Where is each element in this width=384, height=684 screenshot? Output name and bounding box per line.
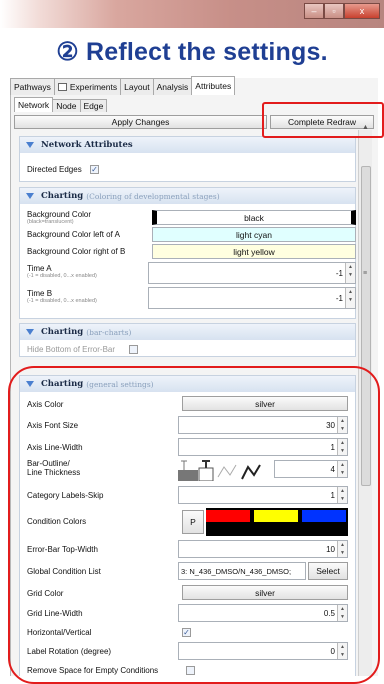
spinner-value: -1 — [335, 269, 343, 278]
hide-errorbar-label: Hide Bottom of Error-Bar — [27, 345, 116, 354]
collapse-triangle-icon — [26, 193, 34, 199]
apply-changes-button[interactable]: Apply Changes — [14, 115, 267, 129]
background-color-label-text: Background Color — [27, 210, 92, 219]
time-b-label: Time B (-1 = disabled, 0...x enabled) — [27, 289, 97, 304]
tab-experiments[interactable]: Experiments — [53, 78, 122, 95]
hide-errorbar-checkbox[interactable] — [129, 345, 138, 354]
time-a-label: Time A (-1 = disabled, 0...x enabled) — [27, 264, 97, 279]
charting-bar-section: Charting (bar-charts) Hide Bottom of Erro… — [19, 323, 356, 357]
directed-edges-checkbox[interactable]: ✓ — [90, 165, 99, 174]
subtab-network[interactable]: Network — [14, 97, 54, 112]
close-button[interactable]: x — [344, 3, 380, 19]
background-color-label: Background Color (black=translucent) — [27, 210, 91, 225]
tab-label: Edge — [83, 101, 104, 111]
experiments-icon — [57, 83, 67, 91]
tab-pathways[interactable]: Pathways — [10, 78, 55, 95]
section-subtitle: (Coloring of developmental stages) — [86, 191, 220, 201]
tab-analysis[interactable]: Analysis — [152, 78, 193, 95]
time-b-label-text: Time B — [27, 289, 53, 298]
subtab-edge[interactable]: Edge — [79, 99, 108, 112]
maximize-button[interactable]: ▫ — [324, 3, 344, 19]
section-header[interactable]: Charting (bar-charts) — [20, 324, 355, 340]
charting-developmental-section: Charting (Coloring of developmental stage… — [19, 187, 356, 319]
time-a-spinner[interactable]: -1 ▲ ▼ — [148, 262, 356, 284]
section-subtitle: (bar-charts) — [86, 327, 132, 337]
bg-left-label: Background Color left of A — [27, 230, 120, 239]
minimize-button[interactable]: – — [304, 3, 324, 19]
tab-attributes[interactable]: Attributes — [191, 76, 236, 95]
subtab-node[interactable]: Node — [52, 99, 81, 112]
background-color-field[interactable]: black — [152, 210, 356, 225]
time-a-hint: (-1 = disabled, 0...x enabled) — [27, 273, 97, 279]
window-titlebar: – ▫ x — [0, 0, 384, 28]
time-a-label-text: Time A — [27, 264, 52, 273]
tab-label: Layout — [124, 82, 150, 92]
tab-label: Experiments — [69, 82, 118, 92]
time-b-hint: (-1 = disabled, 0...x enabled) — [27, 298, 97, 304]
bg-right-label: Background Color right of B — [27, 247, 126, 256]
annotation-headline: ② Reflect the settings. — [56, 38, 328, 66]
section-title: Network Attributes — [41, 140, 133, 150]
tab-label: Network — [18, 100, 50, 110]
tab-label: Pathways — [14, 82, 51, 92]
bg-right-field[interactable]: light yellow — [152, 244, 356, 259]
highlight-redraw-annotation — [262, 102, 384, 138]
tab-layout[interactable]: Layout — [120, 78, 154, 95]
collapse-triangle-icon — [26, 142, 34, 148]
network-attributes-section: Network Attributes Directed Edges ✓ — [19, 136, 356, 182]
spinner-arrows-icon[interactable]: ▲ ▼ — [345, 263, 355, 283]
section-header[interactable]: Network Attributes — [20, 137, 355, 153]
section-title: Charting — [41, 327, 84, 337]
tab-label: Node — [56, 101, 77, 111]
time-b-spinner[interactable]: -1 ▲ ▼ — [148, 287, 356, 309]
scroll-grip-icon: ≡ — [363, 270, 368, 277]
sub-tabs: Network Node Edge — [14, 97, 108, 113]
highlight-general-settings-annotation — [8, 366, 380, 684]
tab-label: Attributes — [195, 81, 232, 91]
tab-label: Analysis — [156, 82, 189, 92]
section-header[interactable]: Charting (Coloring of developmental stage… — [20, 188, 355, 204]
main-tabs: Pathways Experiments Layout Analysis Att… — [10, 76, 236, 96]
collapse-triangle-icon — [26, 329, 34, 335]
spinner-arrows-icon[interactable]: ▲ ▼ — [345, 288, 355, 308]
section-title: Charting — [41, 191, 84, 201]
bg-left-field[interactable]: light cyan — [152, 227, 356, 242]
directed-edges-label: Directed Edges — [27, 165, 82, 174]
background-color-hint: (black=translucent) — [27, 219, 74, 225]
spinner-value: -1 — [335, 294, 343, 303]
window-controls: – ▫ x — [304, 3, 380, 19]
